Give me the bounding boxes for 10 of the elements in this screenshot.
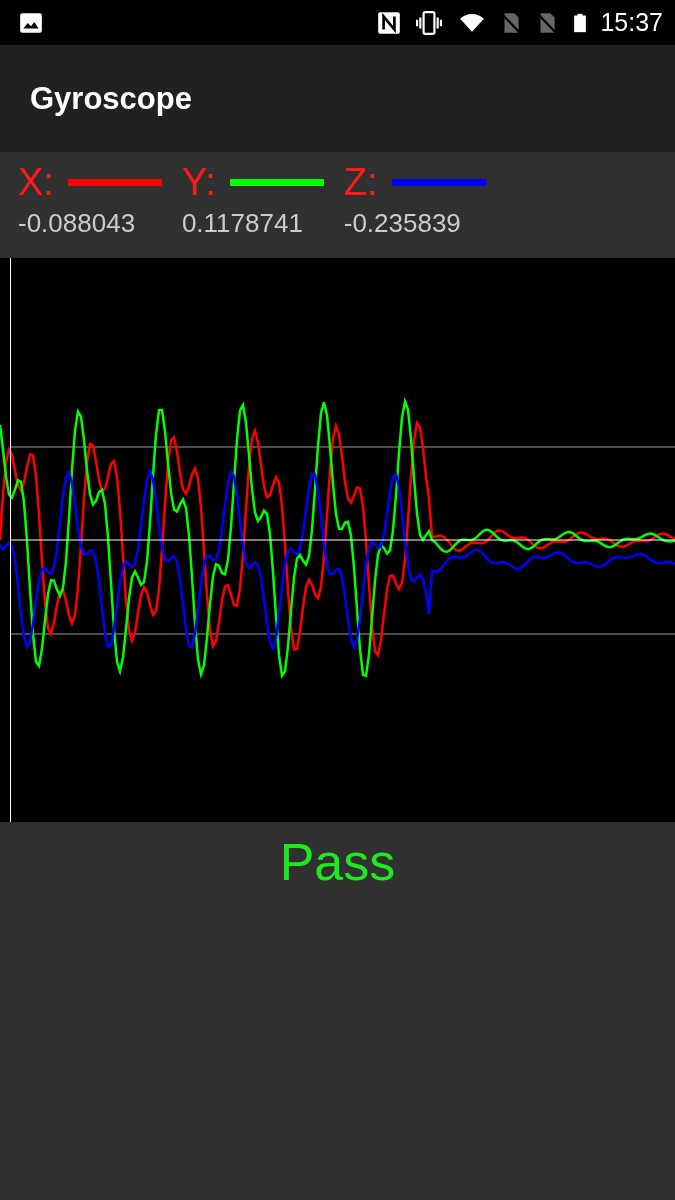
axis-reading: 0.1178741 (181, 208, 304, 239)
nfc-icon (376, 9, 403, 36)
axis-label: X: (18, 160, 54, 204)
axis-label: Z: (343, 160, 378, 204)
result-text: Pass (279, 832, 396, 892)
axis-reading: -0.088043 (18, 208, 137, 239)
app-title: Gyroscope (30, 80, 192, 117)
axis-label: Y: (181, 160, 216, 204)
axis-reading: -0.235839 (343, 208, 462, 239)
status-time: 15:37 (600, 8, 663, 37)
